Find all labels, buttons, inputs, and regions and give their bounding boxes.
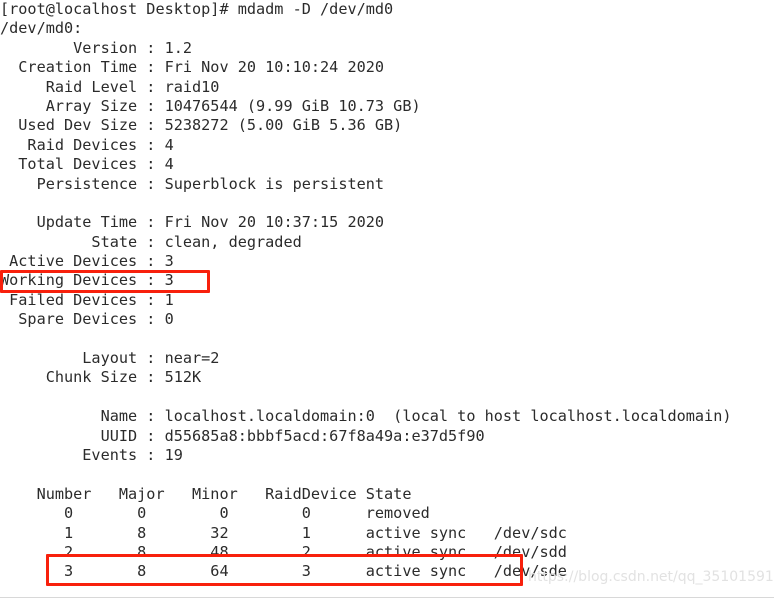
terminal-line-used-dev-size: Used Dev Size : 5238272 (5.00 GiB 5.36 G… <box>0 116 403 135</box>
terminal-line-total-devices: Total Devices : 4 <box>0 155 174 174</box>
watermark-text: https://blog.csdn.net/qq_35101591 <box>528 569 774 585</box>
terminal-line-array-size: Array Size : 10476544 (9.99 GiB 10.73 GB… <box>0 96 421 115</box>
terminal-line-name: Name : localhost.localdomain:0 (local to… <box>0 407 732 426</box>
terminal-line-uuid: UUID : d55685a8:bbbf5acd:67f8a49a:e37d5f… <box>0 426 485 445</box>
device-table-row: 0 0 0 0 removed <box>0 504 430 523</box>
device-table-row: 1 8 32 1 active sync /dev/sdc <box>0 523 567 542</box>
terminal-screenshot: [root@localhost Desktop]# mdadm -D /dev/… <box>0 0 774 602</box>
terminal-line-version: Version : 1.2 <box>0 38 193 57</box>
terminal-line-creation-time: Creation Time : Fri Nov 20 10:10:24 2020 <box>0 58 385 77</box>
device-table-row: 2 8 48 2 active sync /dev/sdd <box>0 542 567 561</box>
terminal-line-raid-devices: Raid Devices : 4 <box>0 135 174 154</box>
terminal-line-events: Events : 19 <box>0 445 183 464</box>
terminal-output[interactable]: [root@localhost Desktop]# mdadm -D /dev/… <box>0 0 774 602</box>
terminal-line-working-devices: Working Devices : 3 <box>0 271 174 290</box>
terminal-line: [root@localhost Desktop]# mdadm -D /dev/… <box>0 0 394 18</box>
device-table-header: Number Major Minor RaidDevice State <box>0 484 412 503</box>
terminal-line-spare-devices: Spare Devices : 0 <box>0 310 174 329</box>
terminal-line-failed-devices: Failed Devices : 1 <box>0 290 174 309</box>
terminal-line-state: State : clean, degraded <box>0 232 302 251</box>
bottom-divider <box>0 597 774 598</box>
terminal-line-chunk-size: Chunk Size : 512K <box>0 368 202 387</box>
terminal-line-raid-level: Raid Level : raid10 <box>0 77 220 96</box>
terminal-line-active-devices: Active Devices : 3 <box>0 252 174 271</box>
terminal-line-layout: Layout : near=2 <box>0 349 220 368</box>
terminal-line-update-time: Update Time : Fri Nov 20 10:37:15 2020 <box>0 213 385 232</box>
terminal-line-persistence: Persistence : Superblock is persistent <box>0 174 385 193</box>
terminal-line: /dev/md0: <box>0 19 83 38</box>
